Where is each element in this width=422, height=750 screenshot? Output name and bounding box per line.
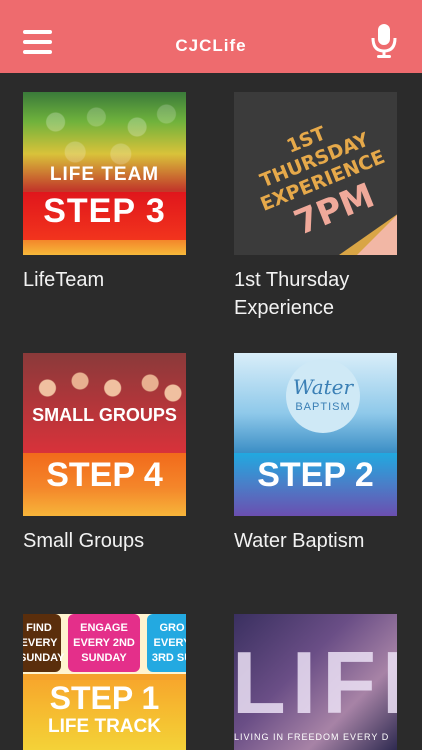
tile-image-subtitle: SMALL GROUPS <box>32 405 177 425</box>
tile-image-small-groups[interactable]: SMALL GROUPS STEP 4 <box>23 353 186 516</box>
group-photo <box>23 353 186 453</box>
tile-image-subtitle: LIFE TEAM <box>49 164 160 185</box>
box-grow-text: GRO EVERY 3RD SU <box>151 622 186 664</box>
tile-label-water-baptism[interactable]: Water Baptism <box>234 527 414 555</box>
tile-image-water-baptism[interactable]: Water BAPTISM STEP 2 <box>234 353 397 516</box>
tile-image-1st-thursday[interactable]: 1ST THURSDAY EXPERIENCE 7PM <box>234 92 397 255</box>
app-title: CJCLife <box>175 36 247 55</box>
gradient-strip <box>23 240 186 255</box>
box-find-text: FIND EVERY SUNDAY <box>23 622 65 664</box>
tile-label-lifeteam[interactable]: LifeTeam <box>23 266 203 294</box>
tile-image-life[interactable]: LIFE LIVING IN FREEDOM EVERY D <box>234 614 397 750</box>
tile-label-small-groups[interactable]: Small Groups <box>23 527 203 555</box>
tile-image-subtitle: LIFE TRACK <box>48 716 161 737</box>
tile-image-step: STEP 3 <box>43 192 166 230</box>
microphone-icon[interactable] <box>370 24 398 58</box>
tile-image-step: STEP 2 <box>257 456 374 494</box>
pink-corner <box>357 215 397 255</box>
image-word-baptism: BAPTISM <box>295 401 351 413</box>
image-word-water: Water <box>292 375 354 399</box>
tile-label-1st-thursday[interactable]: 1st Thursday Experience <box>234 266 414 322</box>
image-tagline: LIVING IN FREEDOM EVERY D <box>234 732 390 742</box>
box-engage-text: ENGAGE EVERY 2ND SUNDAY <box>73 622 135 664</box>
tile-image-step: STEP 1 <box>49 680 160 716</box>
app-header: CJCLife <box>0 0 422 73</box>
tile-image-step: STEP 4 <box>46 456 163 494</box>
tile-image-life-track[interactable]: FIND EVERY SUNDAY ENGAGE EVERY 2ND SUNDA… <box>23 614 186 750</box>
image-big-word: LIFE <box>234 633 397 732</box>
tile-image-lifeteam[interactable]: LIFE TEAM STEP 3 <box>23 92 186 255</box>
